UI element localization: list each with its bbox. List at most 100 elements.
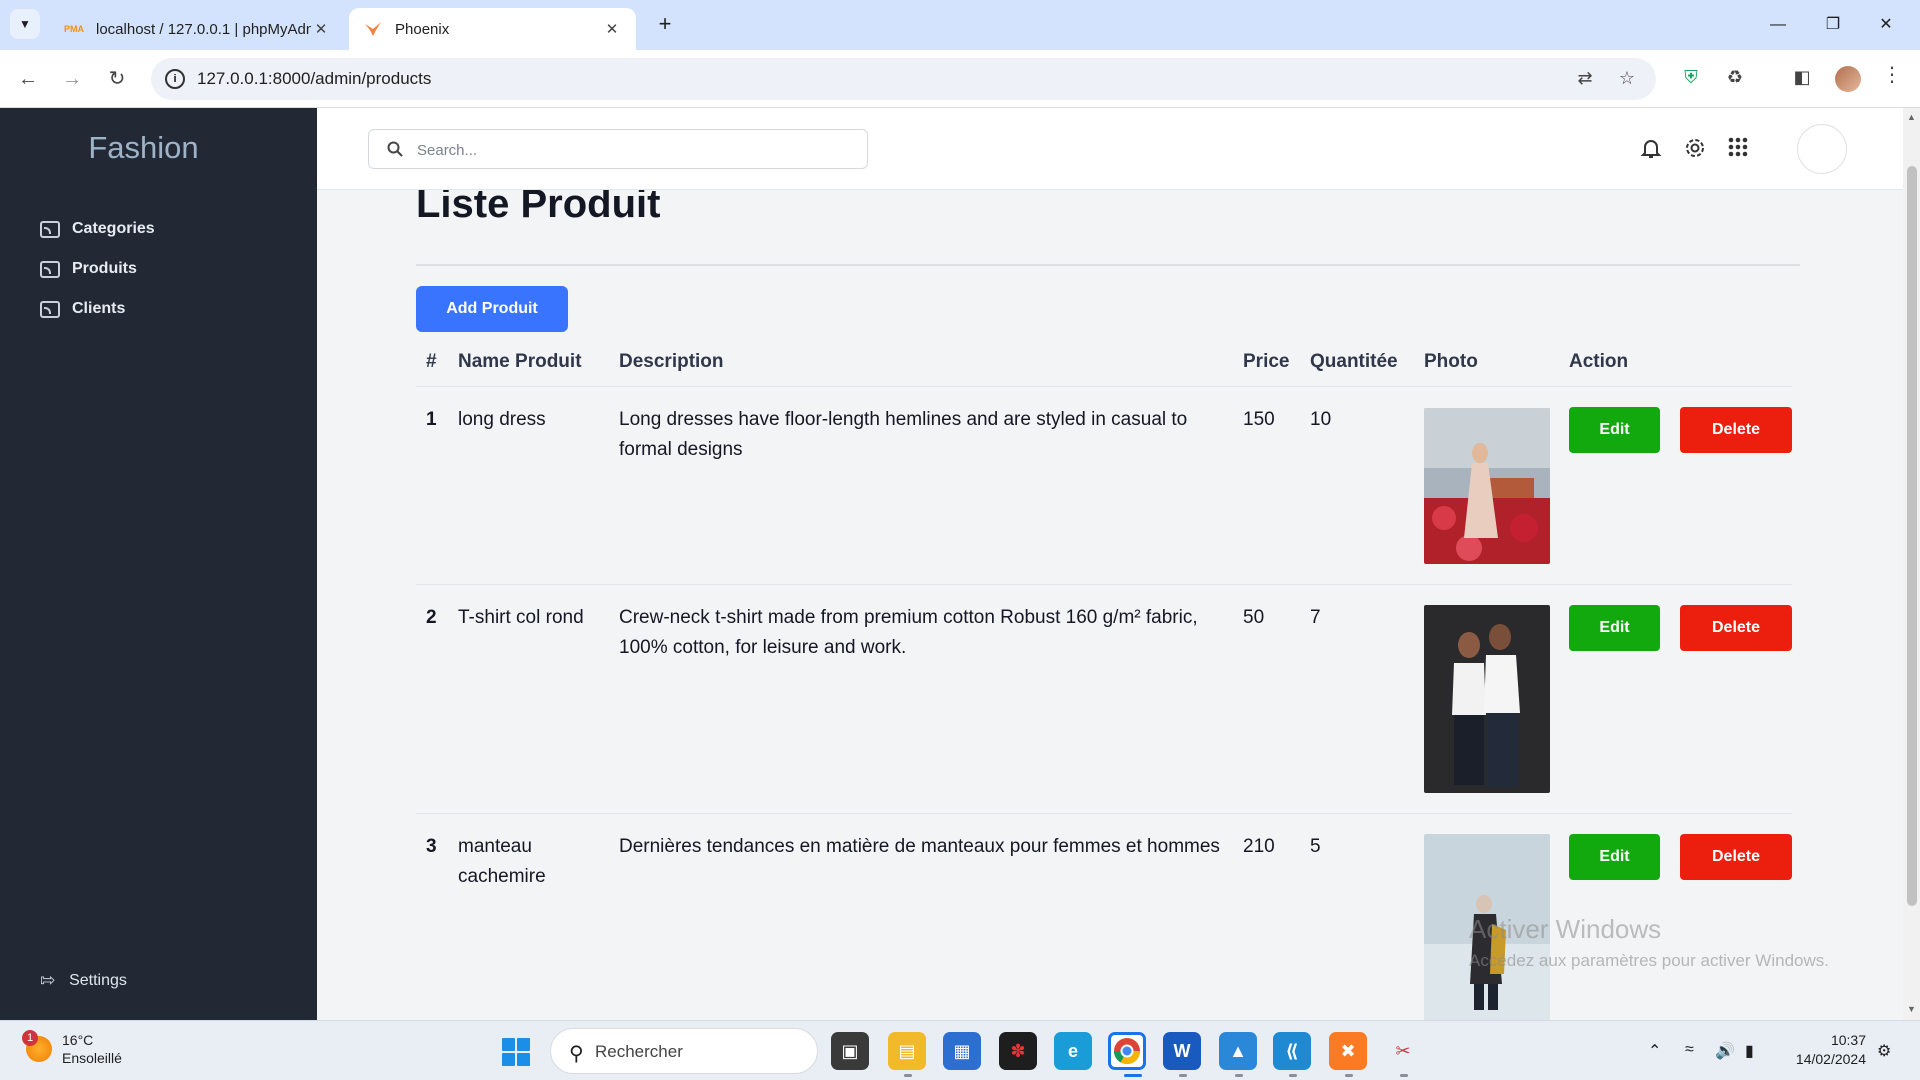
sidebar-item-categories[interactable]: Categories bbox=[40, 216, 155, 242]
edit-button[interactable]: Edit bbox=[1569, 406, 1660, 453]
tab-title: Phoenix bbox=[395, 20, 450, 38]
chrome-menu-icon[interactable]: ⋮ bbox=[1882, 62, 1902, 96]
brand-logo[interactable]: Fashion bbox=[0, 130, 287, 166]
photo-cell bbox=[1424, 386, 1569, 585]
wifi-icon[interactable]: ≈ bbox=[1685, 1041, 1694, 1059]
product-quantity: 5 bbox=[1310, 835, 1321, 857]
cast-icon bbox=[40, 300, 60, 318]
restore-button[interactable]: ❐ bbox=[1810, 10, 1856, 40]
tab-title: localhost / 127.0.0.1 | phpMyAdmin bbox=[96, 20, 311, 38]
active-indicator bbox=[1124, 1074, 1142, 1077]
forward-button[interactable]: → bbox=[57, 64, 87, 94]
window-close-button[interactable]: ✕ bbox=[1863, 10, 1909, 40]
running-indicator bbox=[1289, 1074, 1297, 1077]
extensions-puzzle-icon[interactable]: ♻ bbox=[1722, 67, 1748, 93]
photos-icon[interactable]: ▲ bbox=[1219, 1032, 1257, 1070]
search-icon bbox=[387, 141, 403, 157]
column-header-action: Action bbox=[1569, 338, 1792, 387]
sidebar: Fashion Categories Produits Clients ⇰ Se… bbox=[0, 108, 317, 1020]
search-field[interactable] bbox=[368, 129, 868, 169]
tab-phoenix[interactable]: Phoenix ✕ bbox=[349, 8, 636, 50]
add-produit-button[interactable]: Add Produit bbox=[416, 286, 568, 332]
scroll-down-arrow-icon[interactable]: ▼ bbox=[1906, 1004, 1917, 1014]
column-header-description: Description bbox=[619, 338, 1243, 387]
delete-button[interactable]: Delete bbox=[1680, 833, 1792, 880]
bell-icon[interactable] bbox=[1637, 136, 1665, 164]
product-price: 210 bbox=[1243, 835, 1275, 857]
user-avatar[interactable] bbox=[1797, 124, 1847, 174]
chevron-up-icon[interactable]: ⌃ bbox=[1648, 1041, 1661, 1061]
browser-tab-strip: ▼ PMA localhost / 127.0.0.1 | phpMyAdmin… bbox=[0, 0, 1920, 50]
weather-widget[interactable]: 1 16°C Ensoleillé bbox=[22, 1030, 122, 1067]
edge-icon[interactable]: e bbox=[1054, 1032, 1092, 1070]
apps-grid-icon[interactable] bbox=[1724, 136, 1752, 164]
edit-button[interactable]: Edit bbox=[1569, 604, 1660, 651]
reload-button[interactable]: ↻ bbox=[102, 64, 132, 94]
table-row: 2 T-shirt col rond Crew-neck t-shirt mad… bbox=[416, 584, 1792, 814]
bookmark-star-icon[interactable]: ☆ bbox=[1615, 68, 1639, 90]
product-name: T-shirt col rond bbox=[458, 584, 619, 814]
product-quantity: 10 bbox=[1310, 386, 1424, 585]
site-info-icon[interactable]: i bbox=[165, 69, 185, 89]
app-red-icon[interactable]: ✽ bbox=[999, 1032, 1037, 1070]
taskbar-search[interactable]: ⚲ Rechercher bbox=[550, 1028, 818, 1074]
action-cell: Edit Delete bbox=[1569, 386, 1792, 585]
sidebar-item-settings[interactable]: ⇰ Settings bbox=[40, 970, 127, 991]
clock-time: 10:37 bbox=[1830, 1032, 1866, 1048]
url-text[interactable]: 127.0.0.1:8000/admin/products bbox=[197, 69, 431, 89]
running-indicator bbox=[904, 1074, 912, 1077]
vscode-icon[interactable]: ⟪ bbox=[1273, 1032, 1311, 1070]
windows-start-icon[interactable] bbox=[502, 1038, 530, 1066]
column-header-quantity: Quantitée bbox=[1310, 338, 1424, 387]
task-view-icon[interactable]: ▣ bbox=[831, 1032, 869, 1070]
column-header-photo: Photo bbox=[1424, 338, 1569, 387]
table-row: 1 long dress Long dresses have floor-len… bbox=[416, 386, 1792, 585]
new-tab-button[interactable]: + bbox=[652, 12, 678, 38]
snipping-tool-icon[interactable]: ✂ bbox=[1384, 1032, 1422, 1070]
side-panel-icon[interactable]: ◧ bbox=[1789, 67, 1815, 93]
scroll-thumb[interactable] bbox=[1907, 166, 1917, 906]
gear-icon[interactable] bbox=[1681, 136, 1709, 164]
main-content: Liste Produit Add Produit # Name Produit… bbox=[317, 190, 1903, 1020]
minimize-button[interactable]: — bbox=[1755, 10, 1801, 40]
page-scrollbar[interactable]: ▲ ▼ bbox=[1903, 108, 1920, 1020]
battery-icon[interactable]: ▮ bbox=[1745, 1041, 1754, 1061]
taskbar-clock[interactable]: 10:37 14/02/2024 bbox=[1788, 1031, 1866, 1069]
row-number: 1 bbox=[416, 386, 458, 585]
scroll-up-arrow-icon[interactable]: ▲ bbox=[1906, 112, 1917, 122]
delete-button[interactable]: Delete bbox=[1680, 406, 1792, 453]
volume-icon[interactable]: 🔊 bbox=[1715, 1041, 1735, 1061]
xampp-icon[interactable]: ✖ bbox=[1329, 1032, 1367, 1070]
shield-extension-icon[interactable]: ⛨ bbox=[1678, 67, 1704, 93]
edit-button[interactable]: Edit bbox=[1569, 833, 1660, 880]
tab-phpmyadmin[interactable]: PMA localhost / 127.0.0.1 | phpMyAdmin ✕ bbox=[50, 8, 345, 50]
clock-date: 14/02/2024 bbox=[1795, 1051, 1866, 1067]
product-name: long dress bbox=[458, 386, 619, 585]
microsoft-store-icon[interactable]: ▦ bbox=[943, 1032, 981, 1070]
running-indicator bbox=[1179, 1074, 1187, 1077]
file-explorer-icon[interactable]: ▤ bbox=[888, 1032, 926, 1070]
back-button[interactable]: ← bbox=[13, 64, 43, 94]
address-bar-row: ← → ↻ i 127.0.0.1:8000/admin/products ⇄ … bbox=[0, 50, 1920, 108]
sun-icon: 1 bbox=[22, 1030, 52, 1062]
search-input[interactable] bbox=[417, 138, 837, 162]
chrome-icon[interactable] bbox=[1108, 1032, 1146, 1070]
search-icon: ⚲ bbox=[569, 1043, 584, 1065]
sidebar-item-label: Settings bbox=[69, 971, 127, 989]
activation-watermark-text: Accédez aux paramètres pour activer Wind… bbox=[1469, 951, 1829, 970]
close-icon[interactable]: ✕ bbox=[311, 20, 331, 38]
page-title: Liste Produit bbox=[416, 190, 661, 226]
windows-taskbar: 1 16°C Ensoleillé ⚲ Rechercher ▣ ▤ ▦ ✽ e… bbox=[0, 1020, 1920, 1080]
sidebar-item-produits[interactable]: Produits bbox=[40, 256, 137, 282]
translate-icon[interactable]: ⇄ bbox=[1573, 68, 1597, 90]
notification-bell-icon[interactable]: ⚙ bbox=[1877, 1041, 1891, 1061]
close-icon[interactable]: ✕ bbox=[602, 20, 622, 38]
profile-avatar[interactable] bbox=[1835, 66, 1861, 92]
sidebar-item-clients[interactable]: Clients bbox=[40, 296, 125, 322]
column-header-name: Name Produit bbox=[458, 338, 619, 387]
omnibox[interactable]: i 127.0.0.1:8000/admin/products ⇄ ☆ bbox=[151, 58, 1656, 100]
word-icon[interactable]: W bbox=[1163, 1032, 1201, 1070]
row-number: 2 bbox=[416, 584, 458, 814]
tab-search-button[interactable]: ▼ bbox=[10, 9, 40, 39]
delete-button[interactable]: Delete bbox=[1680, 604, 1792, 651]
